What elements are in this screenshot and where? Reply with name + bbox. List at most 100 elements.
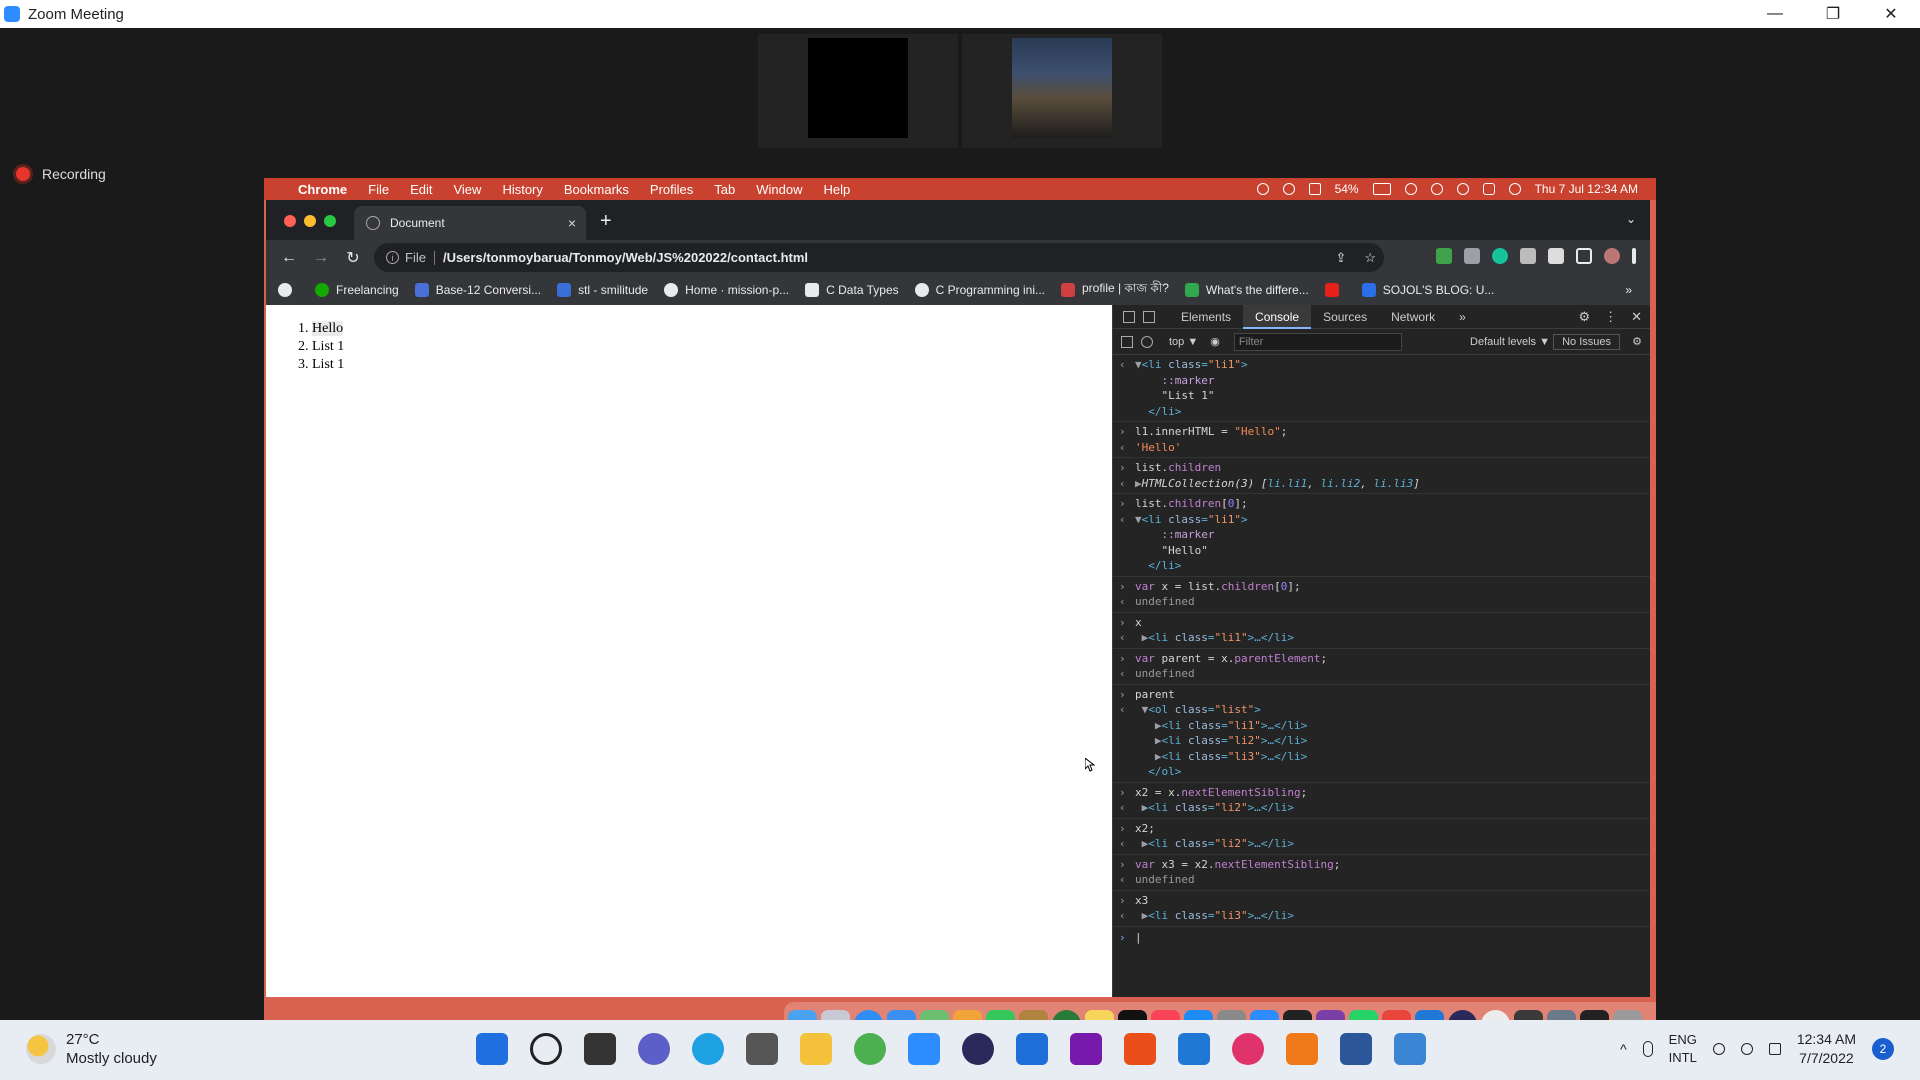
- notepad-icon[interactable]: [1016, 1033, 1048, 1065]
- camera-icon[interactable]: [746, 1033, 778, 1065]
- log-levels-dropdown[interactable]: Default levels ▼: [1470, 336, 1550, 348]
- close-devtools-icon[interactable]: ✕: [1631, 309, 1642, 325]
- reload-button[interactable]: ↻: [344, 248, 362, 268]
- bookmark-star-icon[interactable]: ☆: [1364, 250, 1376, 266]
- tab-document[interactable]: Document ×: [354, 206, 586, 240]
- back-button[interactable]: ←: [280, 249, 298, 267]
- menu-bookmarks[interactable]: Bookmarks: [564, 182, 629, 197]
- close-window-icon[interactable]: [284, 215, 296, 227]
- profile-avatar[interactable]: [1604, 248, 1620, 264]
- bookmark-item[interactable]: Home · mission-p...: [664, 283, 789, 297]
- menu-tab[interactable]: Tab: [714, 182, 735, 197]
- menu-chrome[interactable]: Chrome: [298, 182, 347, 197]
- microphone-icon[interactable]: [1642, 1041, 1653, 1057]
- zoom-window-icon[interactable]: [324, 215, 336, 227]
- share-icon[interactable]: ⇪: [1335, 250, 1346, 266]
- settings-gear-icon[interactable]: ⚙: [1578, 309, 1590, 325]
- bookmark-item[interactable]: Base-12 Conversi...: [414, 283, 541, 297]
- file-explorer-icon[interactable]: [800, 1033, 832, 1065]
- app-icon[interactable]: [1232, 1033, 1264, 1065]
- tab-elements[interactable]: Elements: [1169, 305, 1243, 329]
- menu-help[interactable]: Help: [824, 182, 851, 197]
- vscode-taskbar-icon[interactable]: [1178, 1033, 1210, 1065]
- control-center-icon[interactable]: [1482, 183, 1495, 195]
- language-indicator[interactable]: ENG INTL: [1669, 1031, 1697, 1067]
- menu-profiles[interactable]: Profiles: [650, 182, 693, 197]
- battery-percent[interactable]: 54%: [1335, 182, 1359, 196]
- device-toolbar-icon[interactable]: [1143, 310, 1155, 323]
- menu-view[interactable]: View: [453, 182, 481, 197]
- wifi-icon[interactable]: [1404, 183, 1417, 195]
- bookmark-item[interactable]: Freelancing: [315, 283, 399, 297]
- eclipse-taskbar-icon[interactable]: [962, 1033, 994, 1065]
- zoom-taskbar-icon[interactable]: [908, 1033, 940, 1065]
- bookmark-item[interactable]: What's the differe...: [1184, 283, 1309, 297]
- chat-icon[interactable]: [638, 1033, 670, 1065]
- inspect-element-icon[interactable]: [1123, 310, 1135, 323]
- restore-button[interactable]: ❐: [1804, 0, 1862, 28]
- onenote-taskbar-icon[interactable]: [1070, 1033, 1102, 1065]
- bookmark-item[interactable]: [1324, 283, 1346, 297]
- siri-icon[interactable]: [1508, 183, 1521, 195]
- puzzle-icon[interactable]: [1548, 248, 1564, 264]
- spotlight-icon[interactable]: [1456, 183, 1469, 195]
- menu-file[interactable]: File: [368, 182, 389, 197]
- bookmark-item[interactable]: stl - smilitude: [557, 283, 648, 297]
- weather-widget[interactable]: 27°C Mostly cloudy: [26, 1030, 157, 1068]
- extension-icon[interactable]: [1464, 248, 1480, 264]
- search-icon[interactable]: [530, 1033, 562, 1065]
- bookmarks-overflow-icon[interactable]: »: [1625, 283, 1632, 297]
- grammarly-icon[interactable]: [1492, 248, 1508, 264]
- context-selector[interactable]: top ▼: [1169, 336, 1198, 348]
- issues-button[interactable]: No Issues: [1553, 333, 1620, 350]
- address-bar[interactable]: i File /Users/tonmoybarua/Tonmoy/Web/JS%…: [374, 243, 1384, 272]
- minimize-window-icon[interactable]: [304, 215, 316, 227]
- sublime-icon[interactable]: [1286, 1033, 1318, 1065]
- task-view-icon[interactable]: [584, 1033, 616, 1065]
- battery-icon[interactable]: [1372, 183, 1391, 195]
- shield-extension-icon[interactable]: [1436, 248, 1452, 264]
- wifi-tray-icon[interactable]: [1712, 1043, 1725, 1055]
- tab-search-chevron-icon[interactable]: ⌄: [1626, 212, 1636, 226]
- photos-taskbar-icon[interactable]: [1394, 1033, 1426, 1065]
- bookmark-item[interactable]: SOJOL'S BLOG: U...: [1361, 283, 1494, 297]
- console-settings-icon[interactable]: ⚙: [1632, 335, 1642, 348]
- battery-tray-icon[interactable]: [1768, 1043, 1781, 1055]
- menu-window[interactable]: Window: [756, 182, 802, 197]
- minimize-button[interactable]: —: [1746, 0, 1804, 28]
- edge-icon[interactable]: [692, 1033, 724, 1065]
- tab-network[interactable]: Network: [1379, 305, 1447, 329]
- console-prompt-input[interactable]: › |: [1113, 927, 1650, 944]
- user-icon[interactable]: [1430, 183, 1443, 195]
- bookmark-item[interactable]: C Data Types: [805, 283, 899, 297]
- bookmark-item[interactable]: profile | কাজ কী?: [1061, 280, 1169, 300]
- bluetooth-icon[interactable]: [1282, 183, 1295, 195]
- new-tab-button[interactable]: +: [600, 210, 612, 233]
- bookmark-item[interactable]: C Programming ini...: [914, 283, 1045, 297]
- volume-icon[interactable]: [1740, 1043, 1753, 1055]
- tab-close-icon[interactable]: ×: [568, 215, 576, 231]
- word-icon[interactable]: [1340, 1033, 1372, 1065]
- kebab-menu-icon[interactable]: ⋮: [1604, 309, 1617, 325]
- console-filter-input[interactable]: Filter: [1233, 332, 1402, 351]
- live-expression-eye-icon[interactable]: ◉: [1210, 335, 1220, 348]
- translate-icon[interactable]: [1520, 248, 1536, 264]
- tab-sources[interactable]: Sources: [1311, 305, 1379, 329]
- url-text[interactable]: /Users/tonmoybarua/Tonmoy/Web/JS%202022/…: [443, 250, 808, 265]
- bookmark-item[interactable]: [278, 283, 299, 297]
- side-panel-icon[interactable]: [1576, 248, 1592, 264]
- clear-console-icon[interactable]: [1141, 335, 1153, 348]
- office-icon[interactable]: [1124, 1033, 1156, 1065]
- chrome-taskbar-icon[interactable]: [854, 1033, 886, 1065]
- close-button[interactable]: ✕: [1862, 0, 1920, 28]
- menubar-clock[interactable]: Thu 7 Jul 12:34 AM: [1535, 182, 1638, 196]
- more-tabs-icon[interactable]: »: [1447, 305, 1478, 329]
- notification-badge[interactable]: 2: [1872, 1038, 1894, 1060]
- menu-edit[interactable]: Edit: [410, 182, 432, 197]
- taskbar-clock[interactable]: 12:34 AM 7/7/2022: [1797, 1030, 1856, 1068]
- chrome-menu-icon[interactable]: [1632, 248, 1636, 264]
- tab-console[interactable]: Console: [1243, 304, 1312, 329]
- participant-tile-1[interactable]: [758, 34, 958, 148]
- participant-tile-2[interactable]: [962, 34, 1162, 148]
- sidebar-toggle-icon[interactable]: [1121, 335, 1133, 348]
